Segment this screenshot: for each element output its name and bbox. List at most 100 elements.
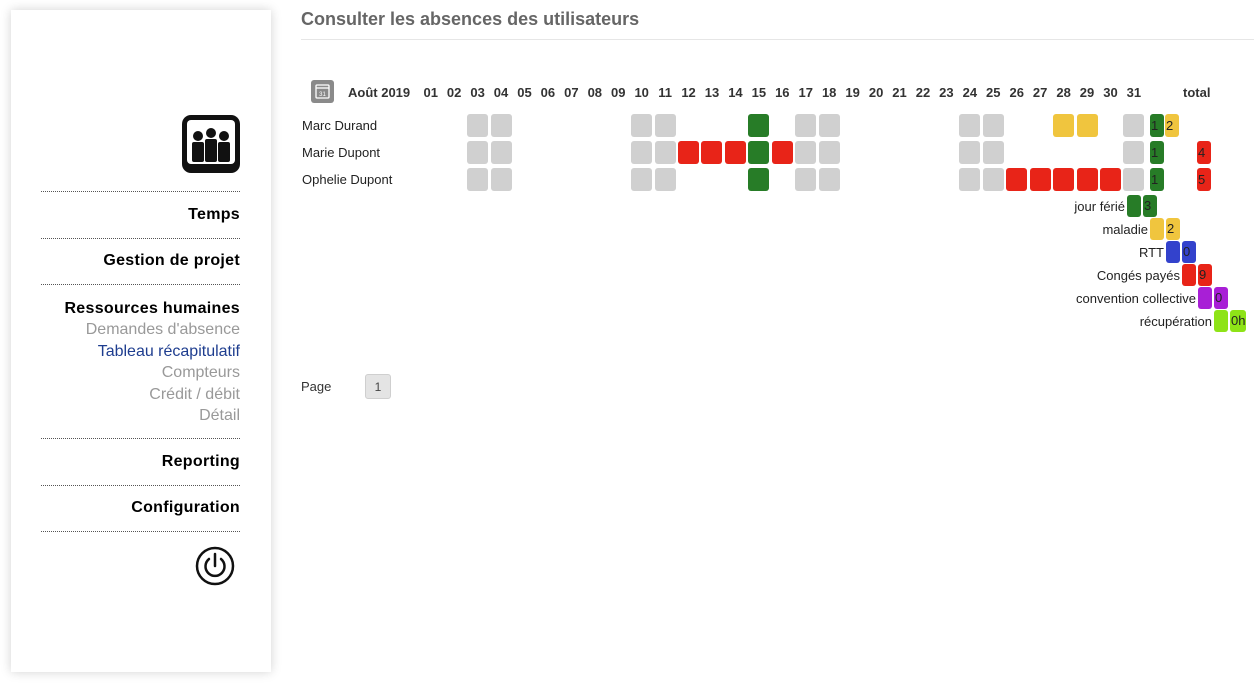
day-header: 28 bbox=[1056, 85, 1071, 100]
legend-swatch bbox=[1182, 264, 1196, 286]
user-total-badge: 4 bbox=[1197, 141, 1211, 164]
menu-ressources-humaines[interactable]: Ressources humaines Demandes d'absence T… bbox=[41, 284, 240, 438]
absence-cell[interactable] bbox=[1006, 168, 1028, 191]
weekend-cell bbox=[818, 168, 840, 191]
user-total-badge: 1 bbox=[1150, 114, 1164, 137]
menu-configuration[interactable]: Configuration bbox=[41, 485, 240, 532]
absence-cell[interactable] bbox=[771, 141, 793, 164]
weekend-cell bbox=[490, 168, 512, 191]
day-header: 13 bbox=[704, 85, 720, 100]
legend-label: RTT bbox=[1138, 245, 1164, 260]
submenu-credit-debit[interactable]: Crédit / débit bbox=[41, 384, 240, 406]
submenu-detail[interactable]: Détail bbox=[41, 405, 240, 427]
people-group-icon[interactable] bbox=[181, 114, 241, 174]
legend-total: 3 bbox=[1143, 195, 1157, 217]
day-header: 06 bbox=[540, 85, 556, 100]
calendar-icon[interactable]: 31 bbox=[311, 80, 334, 103]
absence-cell[interactable] bbox=[748, 168, 770, 191]
menu-temps[interactable]: Temps bbox=[41, 191, 240, 238]
absence-cell[interactable] bbox=[748, 114, 770, 137]
day-header: 26 bbox=[1009, 85, 1024, 100]
menu-title-configuration[interactable]: Configuration bbox=[41, 486, 240, 517]
legend-swatch bbox=[1127, 195, 1141, 217]
weekend-cell bbox=[654, 168, 676, 191]
day-header: 12 bbox=[681, 85, 696, 100]
absence-cell[interactable] bbox=[1053, 114, 1075, 137]
weekend-cell bbox=[818, 114, 840, 137]
menu-gestion-projet[interactable]: Gestion de projet bbox=[41, 238, 240, 285]
day-header: 25 bbox=[986, 85, 1001, 100]
weekend-cell bbox=[1123, 168, 1145, 191]
day-header: 18 bbox=[821, 85, 837, 100]
menu-title-temps[interactable]: Temps bbox=[41, 192, 240, 224]
menu-title-ressources-humaines[interactable]: Ressources humaines bbox=[41, 285, 240, 319]
absence-cell[interactable] bbox=[748, 141, 770, 164]
calendar-icon-text: 31 bbox=[319, 92, 326, 98]
user-total-badge: 5 bbox=[1197, 168, 1211, 191]
day-header: 09 bbox=[611, 85, 626, 100]
day-header: 22 bbox=[915, 85, 931, 100]
submenu-tableau-recapitulatif[interactable]: Tableau récapitulatif bbox=[41, 341, 240, 363]
legend-label: convention collective bbox=[1076, 291, 1196, 306]
legend-total: 2 bbox=[1166, 218, 1180, 240]
day-header: 11 bbox=[658, 85, 672, 100]
day-header: 10 bbox=[634, 85, 649, 100]
menu-title-gestion-projet[interactable]: Gestion de projet bbox=[41, 239, 240, 270]
legend-label: maladie bbox=[1102, 222, 1148, 237]
user-name[interactable]: Marie Dupont bbox=[302, 145, 380, 160]
legend-label: Congés payés bbox=[1096, 268, 1180, 283]
weekend-cell bbox=[795, 141, 817, 164]
menu-divider bbox=[41, 531, 240, 533]
weekend-cell bbox=[982, 141, 1004, 164]
user-total-badge: 1 bbox=[1150, 141, 1164, 164]
weekend-cell bbox=[490, 114, 512, 137]
weekend-cell bbox=[1123, 114, 1145, 137]
day-header: 31 bbox=[1126, 85, 1142, 100]
day-header: 19 bbox=[845, 85, 860, 100]
weekend-cell bbox=[467, 141, 489, 164]
page-button-1[interactable]: 1 bbox=[365, 374, 391, 399]
user-name[interactable]: Marc Durand bbox=[302, 118, 377, 133]
legend-label: jour férié bbox=[1074, 199, 1125, 214]
month-label: Août 2019 bbox=[348, 85, 411, 100]
weekend-cell bbox=[467, 168, 489, 191]
legend-total: 0 bbox=[1182, 241, 1196, 263]
legend-label: récupération bbox=[1139, 314, 1212, 329]
weekend-cell bbox=[654, 114, 676, 137]
day-header: 05 bbox=[517, 85, 532, 100]
day-header: 27 bbox=[1032, 85, 1048, 100]
day-header: 04 bbox=[493, 85, 509, 100]
day-header: 01 bbox=[423, 85, 438, 100]
sidebar: Temps Gestion de projet Ressources humai… bbox=[11, 10, 271, 672]
power-icon[interactable] bbox=[195, 546, 235, 586]
page-title: Consulter les absences des utilisateurs bbox=[301, 9, 640, 29]
submenu-demandes-absence[interactable]: Demandes d'absence bbox=[41, 319, 240, 341]
day-header: 03 bbox=[470, 85, 485, 100]
legend-swatch bbox=[1214, 310, 1228, 332]
absence-cell[interactable] bbox=[1029, 168, 1051, 191]
absence-cell[interactable] bbox=[1076, 114, 1098, 137]
legend-total: 0h bbox=[1230, 310, 1246, 332]
absence-cell[interactable] bbox=[678, 141, 700, 164]
day-header: 15 bbox=[751, 85, 767, 100]
weekend-cell bbox=[795, 114, 817, 137]
absence-cell[interactable] bbox=[1053, 168, 1075, 191]
weekend-cell bbox=[467, 114, 489, 137]
weekend-cell bbox=[982, 168, 1004, 191]
absence-cell[interactable] bbox=[1076, 168, 1098, 191]
day-header: 29 bbox=[1079, 85, 1095, 100]
pagination-label: Page bbox=[301, 379, 332, 394]
user-name[interactable]: Ophelie Dupont bbox=[302, 172, 392, 187]
absence-cell[interactable] bbox=[701, 141, 723, 164]
weekend-cell bbox=[959, 168, 981, 191]
absence-cell[interactable] bbox=[724, 141, 746, 164]
menu-reporting[interactable]: Reporting bbox=[41, 438, 240, 485]
day-header: 02 bbox=[446, 85, 462, 100]
menu-title-reporting[interactable]: Reporting bbox=[41, 439, 240, 471]
absence-cell[interactable] bbox=[1099, 168, 1121, 191]
submenu-compteurs[interactable]: Compteurs bbox=[41, 362, 240, 384]
day-header: 17 bbox=[798, 85, 813, 100]
legend-swatch bbox=[1166, 241, 1180, 263]
day-header: 20 bbox=[868, 85, 884, 100]
legend-swatch bbox=[1150, 218, 1164, 240]
